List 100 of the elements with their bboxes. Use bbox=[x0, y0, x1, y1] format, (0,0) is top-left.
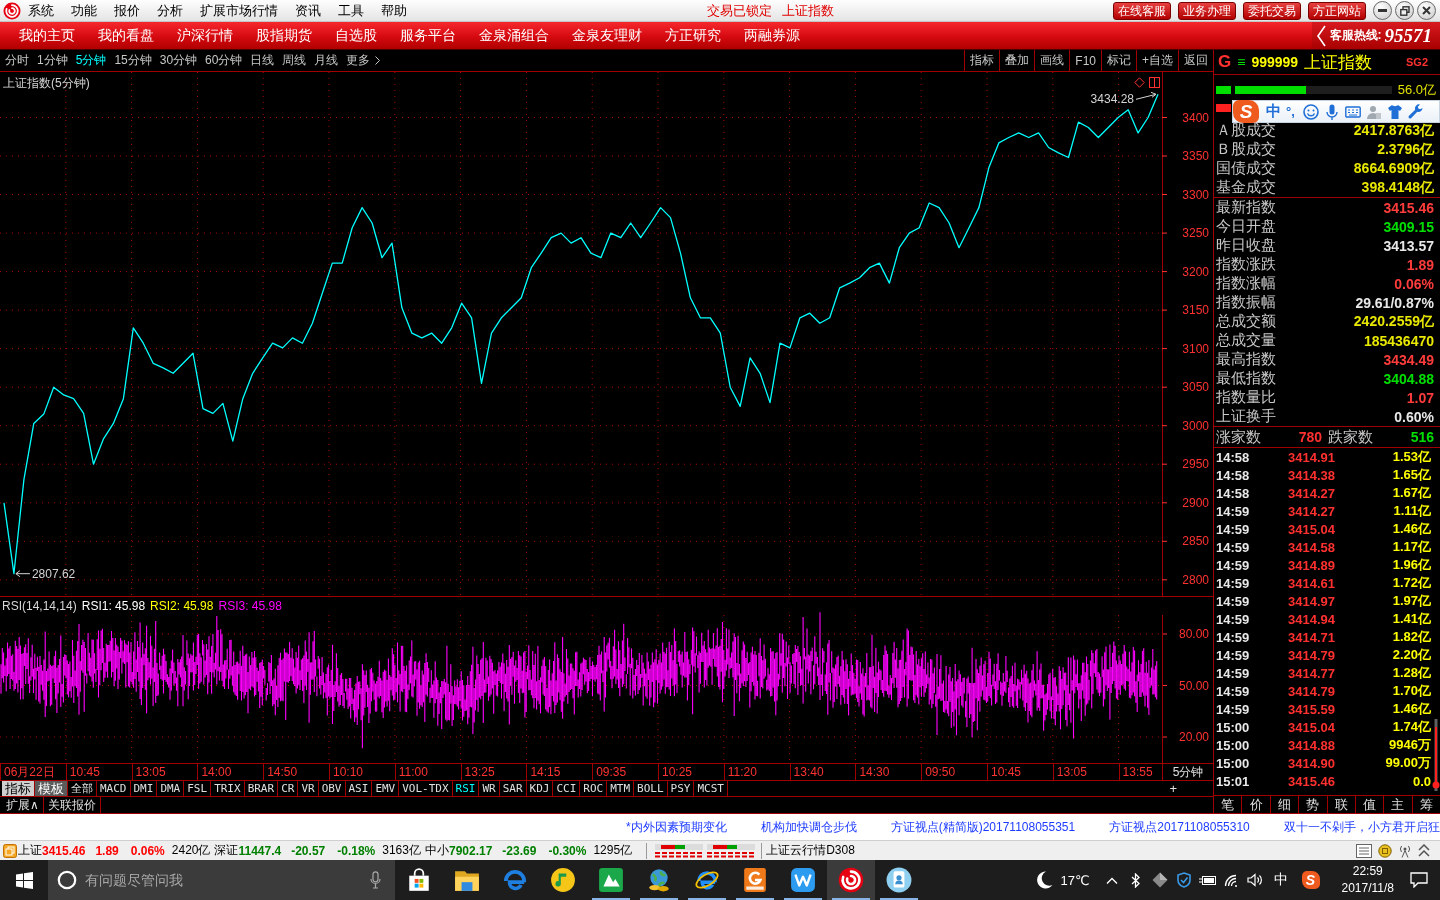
wifi-icon[interactable] bbox=[1223, 873, 1240, 887]
indicator-tab[interactable]: RSI bbox=[452, 781, 480, 796]
minimize-button[interactable] bbox=[1373, 1, 1392, 20]
tool-button[interactable]: 画线 bbox=[1034, 50, 1070, 71]
period-tab[interactable]: 周线 bbox=[278, 50, 311, 71]
news-link[interactable]: 方证视点20171108055310 bbox=[1109, 818, 1250, 836]
news-link[interactable]: 双十一不剁手，小方君开启狂 bbox=[1283, 818, 1440, 836]
menu-item[interactable]: 系统 bbox=[28, 1, 54, 20]
nav-tab[interactable]: 金泉涌组合 bbox=[478, 26, 549, 45]
indicator-tab[interactable]: ASI bbox=[345, 781, 373, 796]
menu-item[interactable]: 资讯 bbox=[295, 1, 321, 20]
arrows-up-icon[interactable] bbox=[1418, 843, 1430, 858]
caret-up-icon[interactable] bbox=[1105, 876, 1118, 884]
nav-tab[interactable]: 自选股 bbox=[334, 26, 377, 45]
panel-icon[interactable] bbox=[1149, 77, 1160, 88]
menu-item[interactable]: 功能 bbox=[71, 1, 97, 20]
indicator-tab[interactable]: ROC bbox=[580, 781, 608, 796]
indicator-tab[interactable]: WR bbox=[479, 781, 500, 796]
period-tab[interactable]: 分时 bbox=[1, 50, 33, 71]
news-link[interactable]: 机构加快调仓步伐 bbox=[760, 818, 857, 836]
news-link[interactable]: *内外因素预期变化 bbox=[626, 818, 727, 836]
shield-icon[interactable] bbox=[1176, 872, 1191, 888]
antenna-icon[interactable] bbox=[1398, 843, 1412, 858]
header-button[interactable]: 委托交易 bbox=[1243, 1, 1301, 20]
indicator-tab[interactable]: CCI bbox=[553, 781, 581, 796]
news-link[interactable]: 方证视点(精简版)20171108055351 bbox=[890, 818, 1076, 836]
diamond-icon[interactable] bbox=[1151, 872, 1168, 888]
taskbar-button[interactable] bbox=[827, 860, 875, 900]
shirt-icon[interactable] bbox=[1386, 103, 1403, 120]
bluetooth-icon[interactable] bbox=[1131, 872, 1140, 888]
period-tab[interactable]: 月线 bbox=[310, 50, 343, 71]
indicator-tab[interactable]: DMA bbox=[157, 781, 185, 796]
microphone-icon[interactable] bbox=[370, 871, 381, 889]
indicator-tab[interactable]: SAR bbox=[499, 781, 527, 796]
menu-item[interactable]: 分析 bbox=[157, 1, 183, 20]
nav-tab[interactable]: 股指期货 bbox=[255, 26, 312, 45]
indicator-tab[interactable]: MACD bbox=[97, 781, 131, 796]
indicator-tab[interactable]: CR bbox=[278, 781, 299, 796]
nav-tab[interactable]: 服务平台 bbox=[399, 26, 456, 45]
temperature[interactable]: 17℃ bbox=[1060, 872, 1090, 888]
keyboard-icon[interactable] bbox=[1344, 103, 1361, 120]
stacked-squares-icon[interactable] bbox=[3, 843, 17, 858]
period-tab[interactable]: 1分钟 bbox=[33, 50, 72, 71]
wrench-icon[interactable] bbox=[1407, 103, 1424, 120]
indicator-tab[interactable]: KDJ bbox=[526, 781, 554, 796]
search-bar[interactable]: 有问题尽管问我 bbox=[48, 860, 395, 900]
indicator-tab[interactable]: DMI bbox=[130, 781, 158, 796]
punctuation-button[interactable]: °, bbox=[1286, 104, 1295, 119]
indicator-tab[interactable]: PSY bbox=[667, 781, 695, 796]
detail-tab[interactable]: 笔 bbox=[1214, 796, 1242, 813]
tool-button[interactable]: 指标 bbox=[964, 50, 1000, 71]
input-mode-button[interactable]: 中 bbox=[1266, 102, 1281, 121]
nav-tab[interactable]: 我的主页 bbox=[18, 26, 75, 45]
tool-button[interactable]: F10 bbox=[1069, 50, 1101, 71]
menu-item[interactable]: 工具 bbox=[338, 1, 364, 20]
microphone-icon[interactable] bbox=[1323, 103, 1340, 120]
indicator-tab[interactable]: BOLL bbox=[634, 781, 668, 796]
moon-icon[interactable] bbox=[1034, 870, 1055, 890]
add-button[interactable]: + bbox=[1169, 781, 1177, 796]
header-button[interactable]: 业务办理 bbox=[1178, 1, 1236, 20]
smiley-icon[interactable] bbox=[1302, 103, 1319, 120]
mode-tab[interactable]: 模板 bbox=[35, 781, 68, 796]
indicator-tab[interactable]: MTM bbox=[607, 781, 635, 796]
period-tab[interactable]: 15分钟 bbox=[110, 50, 156, 71]
windows-logo-icon[interactable] bbox=[15, 871, 33, 889]
nav-tab[interactable]: 沪深行情 bbox=[176, 26, 233, 45]
close-button[interactable] bbox=[1417, 1, 1436, 20]
scrollbar[interactable] bbox=[1432, 719, 1440, 791]
menu-item[interactable]: 扩展市场行情 bbox=[200, 1, 278, 20]
indicator-tab[interactable]: 全部 bbox=[68, 781, 97, 796]
nav-tab[interactable]: 我的看盘 bbox=[97, 26, 154, 45]
indicator-tab[interactable]: VOL-TDX bbox=[399, 781, 453, 796]
period-tab[interactable]: 60分钟 bbox=[201, 50, 247, 71]
clock-date[interactable]: 2017/11/8 bbox=[1341, 880, 1394, 897]
indicator-tab[interactable]: EMV bbox=[372, 781, 400, 796]
tool-button[interactable]: 叠加 bbox=[999, 50, 1035, 71]
indicator-tab[interactable]: VR bbox=[298, 781, 319, 796]
search-field[interactable]: 有问题尽管问我 bbox=[85, 870, 370, 890]
tool-button[interactable]: 标记 bbox=[1101, 50, 1136, 71]
period-tab[interactable]: 5分钟 bbox=[71, 50, 111, 71]
nav-tab[interactable]: 金泉友理财 bbox=[571, 26, 642, 45]
period-tab[interactable]: 30分钟 bbox=[155, 50, 202, 71]
nav-tab[interactable]: 方正研究 bbox=[664, 26, 721, 45]
document-icon[interactable] bbox=[1356, 843, 1372, 858]
header-button[interactable]: 方正网站 bbox=[1308, 1, 1366, 20]
battery-icon[interactable] bbox=[1198, 874, 1217, 886]
input-mode[interactable]: 中 bbox=[1273, 871, 1288, 889]
nav-tab[interactable]: 两融券源 bbox=[743, 26, 800, 45]
tool-button[interactable]: +自选 bbox=[1136, 50, 1178, 71]
ring-icon[interactable] bbox=[57, 870, 77, 890]
indicator-tab[interactable]: OBV bbox=[318, 781, 346, 796]
menu-item[interactable]: 帮助 bbox=[381, 1, 407, 20]
indicator-tab[interactable]: MCST bbox=[694, 781, 728, 796]
restore-button[interactable] bbox=[1395, 1, 1414, 20]
clock-time[interactable]: 22:59 bbox=[1352, 863, 1383, 880]
more-button[interactable]: 更多 bbox=[342, 50, 385, 71]
indicator-tab[interactable]: BRAR bbox=[244, 781, 279, 796]
notification-icon[interactable] bbox=[1410, 872, 1428, 888]
speaker-icon[interactable] bbox=[1247, 873, 1264, 887]
mode-tab[interactable]: 指标 bbox=[2, 781, 35, 796]
